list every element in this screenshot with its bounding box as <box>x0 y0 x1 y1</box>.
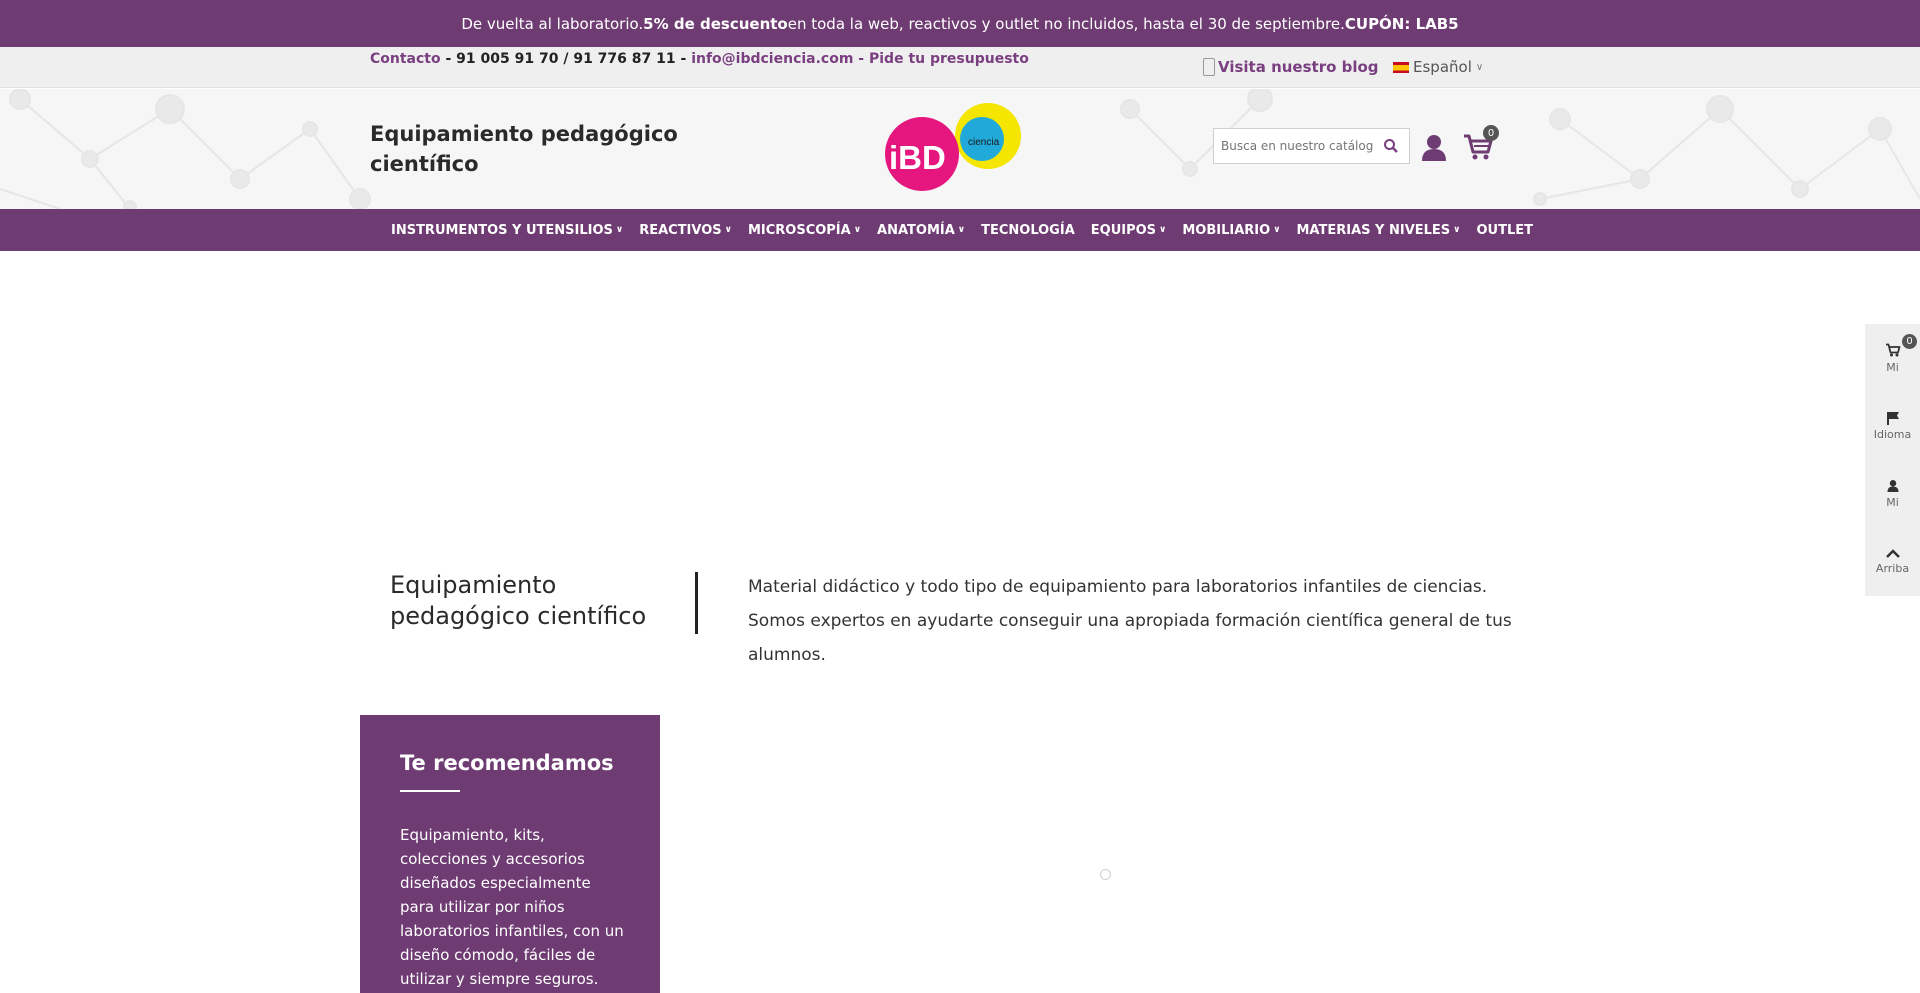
nav-item[interactable]: EQUIPOS ∨ <box>1091 223 1167 238</box>
user-icon[interactable] <box>1421 134 1447 162</box>
nav-item[interactable]: MATERIAS Y NIVELES ∨ <box>1297 223 1461 238</box>
sticky-language[interactable]: Idioma <box>1865 392 1920 460</box>
promo-discount: 5% de descuento <box>643 14 788 33</box>
quote-link[interactable]: Pide tu presupuesto <box>869 51 1029 67</box>
nav-item-label: OUTLET <box>1476 222 1533 238</box>
language-label: Español <box>1413 58 1472 76</box>
nav-item[interactable]: REACTIVOS ∨ <box>639 223 732 238</box>
separator: - <box>853 51 869 67</box>
cart-icon <box>1885 343 1900 357</box>
separator: - <box>440 51 457 67</box>
search-icon[interactable] <box>1383 138 1399 154</box>
email-link[interactable]: info@ibdciencia.com <box>691 51 853 67</box>
logo-subtext: ciencia <box>968 137 1000 148</box>
nav-item-label: MATERIAS Y NIVELES <box>1296 222 1451 238</box>
nav-item[interactable]: ANATOMÍA ∨ <box>877 223 965 238</box>
nav-item[interactable]: INSTRUMENTOS Y UTENSILIOS ∨ <box>391 223 623 238</box>
promo-coupon: CUPÓN: LAB5 <box>1344 14 1459 33</box>
chevron-up-icon <box>1885 549 1900 558</box>
sticky-cart[interactable]: Mi 0 <box>1865 324 1920 392</box>
chevron-down-icon: ∨ <box>1453 225 1461 235</box>
chevron-down-icon: ∨ <box>615 225 624 235</box>
nav-item[interactable]: OUTLET <box>1476 223 1533 238</box>
chevron-down-icon: ∨ <box>1273 225 1281 235</box>
site-header: Equipamiento pedagógico científico iBD c… <box>0 89 1920 209</box>
language-selector[interactable]: Español ∨ <box>1393 58 1483 76</box>
chevron-down-icon: ∨ <box>957 225 966 235</box>
title-underline <box>400 790 460 792</box>
contact-info: Contacto - 91 005 91 70 / 91 776 87 11 -… <box>370 51 1029 67</box>
nav-item-label: MICROSCOPÍA <box>747 222 851 238</box>
sticky-sidebar: Mi 0 Idioma Mi Arriba <box>1865 324 1920 596</box>
nav-item-label: EQUIPOS <box>1090 222 1157 238</box>
spain-flag-icon <box>1393 61 1409 73</box>
nav-item[interactable]: TECNOLOGÍA <box>981 223 1075 238</box>
flag-icon <box>1886 412 1899 425</box>
blog-link[interactable]: Visita nuestro blog <box>1203 58 1379 76</box>
chevron-down-icon: ∨ <box>1159 225 1167 235</box>
sticky-cart-label: Mi <box>1886 361 1899 374</box>
nav-item-label: REACTIVOS <box>639 222 722 238</box>
user-icon <box>1886 480 1899 492</box>
recommend-card: Te recomendamos Equipamiento, kits, cole… <box>360 715 660 993</box>
search-input[interactable] <box>1214 129 1374 163</box>
contact-link[interactable]: Contacto <box>370 51 441 67</box>
chevron-down-icon: ∨ <box>724 225 732 235</box>
phone-numbers: 91 005 91 70 / 91 776 87 11 <box>456 51 676 67</box>
header-tagline: Equipamiento pedagógico científico <box>370 122 678 176</box>
nav-item-label: INSTRUMENTOS Y UTENSILIOS <box>390 222 613 238</box>
sticky-back-to-top[interactable]: Arriba <box>1865 528 1920 596</box>
intro-description: Material didáctico y todo tipo de equipa… <box>748 577 1512 665</box>
nav-item[interactable]: MICROSCOPÍA ∨ <box>748 223 861 238</box>
top-info-bar: Contacto - 91 005 91 70 / 91 776 87 11 -… <box>0 47 1920 88</box>
sticky-language-label: Idioma <box>1873 428 1912 441</box>
cart-count-badge: 0 <box>1483 125 1499 141</box>
search-box <box>1213 128 1410 164</box>
blog-link-label: Visita nuestro blog <box>1218 58 1379 76</box>
main-nav-list: INSTRUMENTOS Y UTENSILIOS ∨ REACTIVOS ∨ MICR… <box>0 209 1920 251</box>
chevron-down-icon: ∨ <box>853 225 862 235</box>
sticky-account-label: Mi <box>1886 496 1899 509</box>
promo-text-2: en toda la web, reactivos y outlet no in… <box>787 14 1345 33</box>
promo-banner[interactable]: De vuelta al laboratorio. 5% de descuent… <box>0 0 1920 47</box>
ibd-ciencia-logo[interactable]: iBD ciencia <box>884 101 1024 197</box>
nav-item[interactable]: MOBILIARIO ∨ <box>1182 223 1280 238</box>
logo-text: iBD <box>889 139 946 176</box>
loading-spinner <box>1100 869 1111 880</box>
intro-divider <box>695 572 698 634</box>
nav-item-label: TECNOLOGÍA <box>981 222 1075 238</box>
nav-item-label: MOBILIARIO <box>1182 222 1271 238</box>
sticky-top-label: Arriba <box>1875 562 1910 575</box>
recommend-title: Te recomendamos <box>400 751 614 775</box>
intro-title: Equipamiento pedagógico científico <box>390 571 647 630</box>
separator: - <box>675 51 692 67</box>
nav-item-label: ANATOMÍA <box>877 222 955 238</box>
promo-text-1: De vuelta al laboratorio. <box>461 14 644 33</box>
main-nav: INSTRUMENTOS Y UTENSILIOS ∨ REACTIVOS ∨ MICR… <box>0 209 1920 251</box>
sticky-account[interactable]: Mi <box>1865 460 1920 528</box>
sticky-cart-badge: 0 <box>1902 334 1917 349</box>
chevron-down-icon: ∨ <box>1475 61 1484 73</box>
mobile-icon <box>1203 58 1215 76</box>
recommend-text: Equipamiento, kits, colecciones y acceso… <box>400 826 624 988</box>
